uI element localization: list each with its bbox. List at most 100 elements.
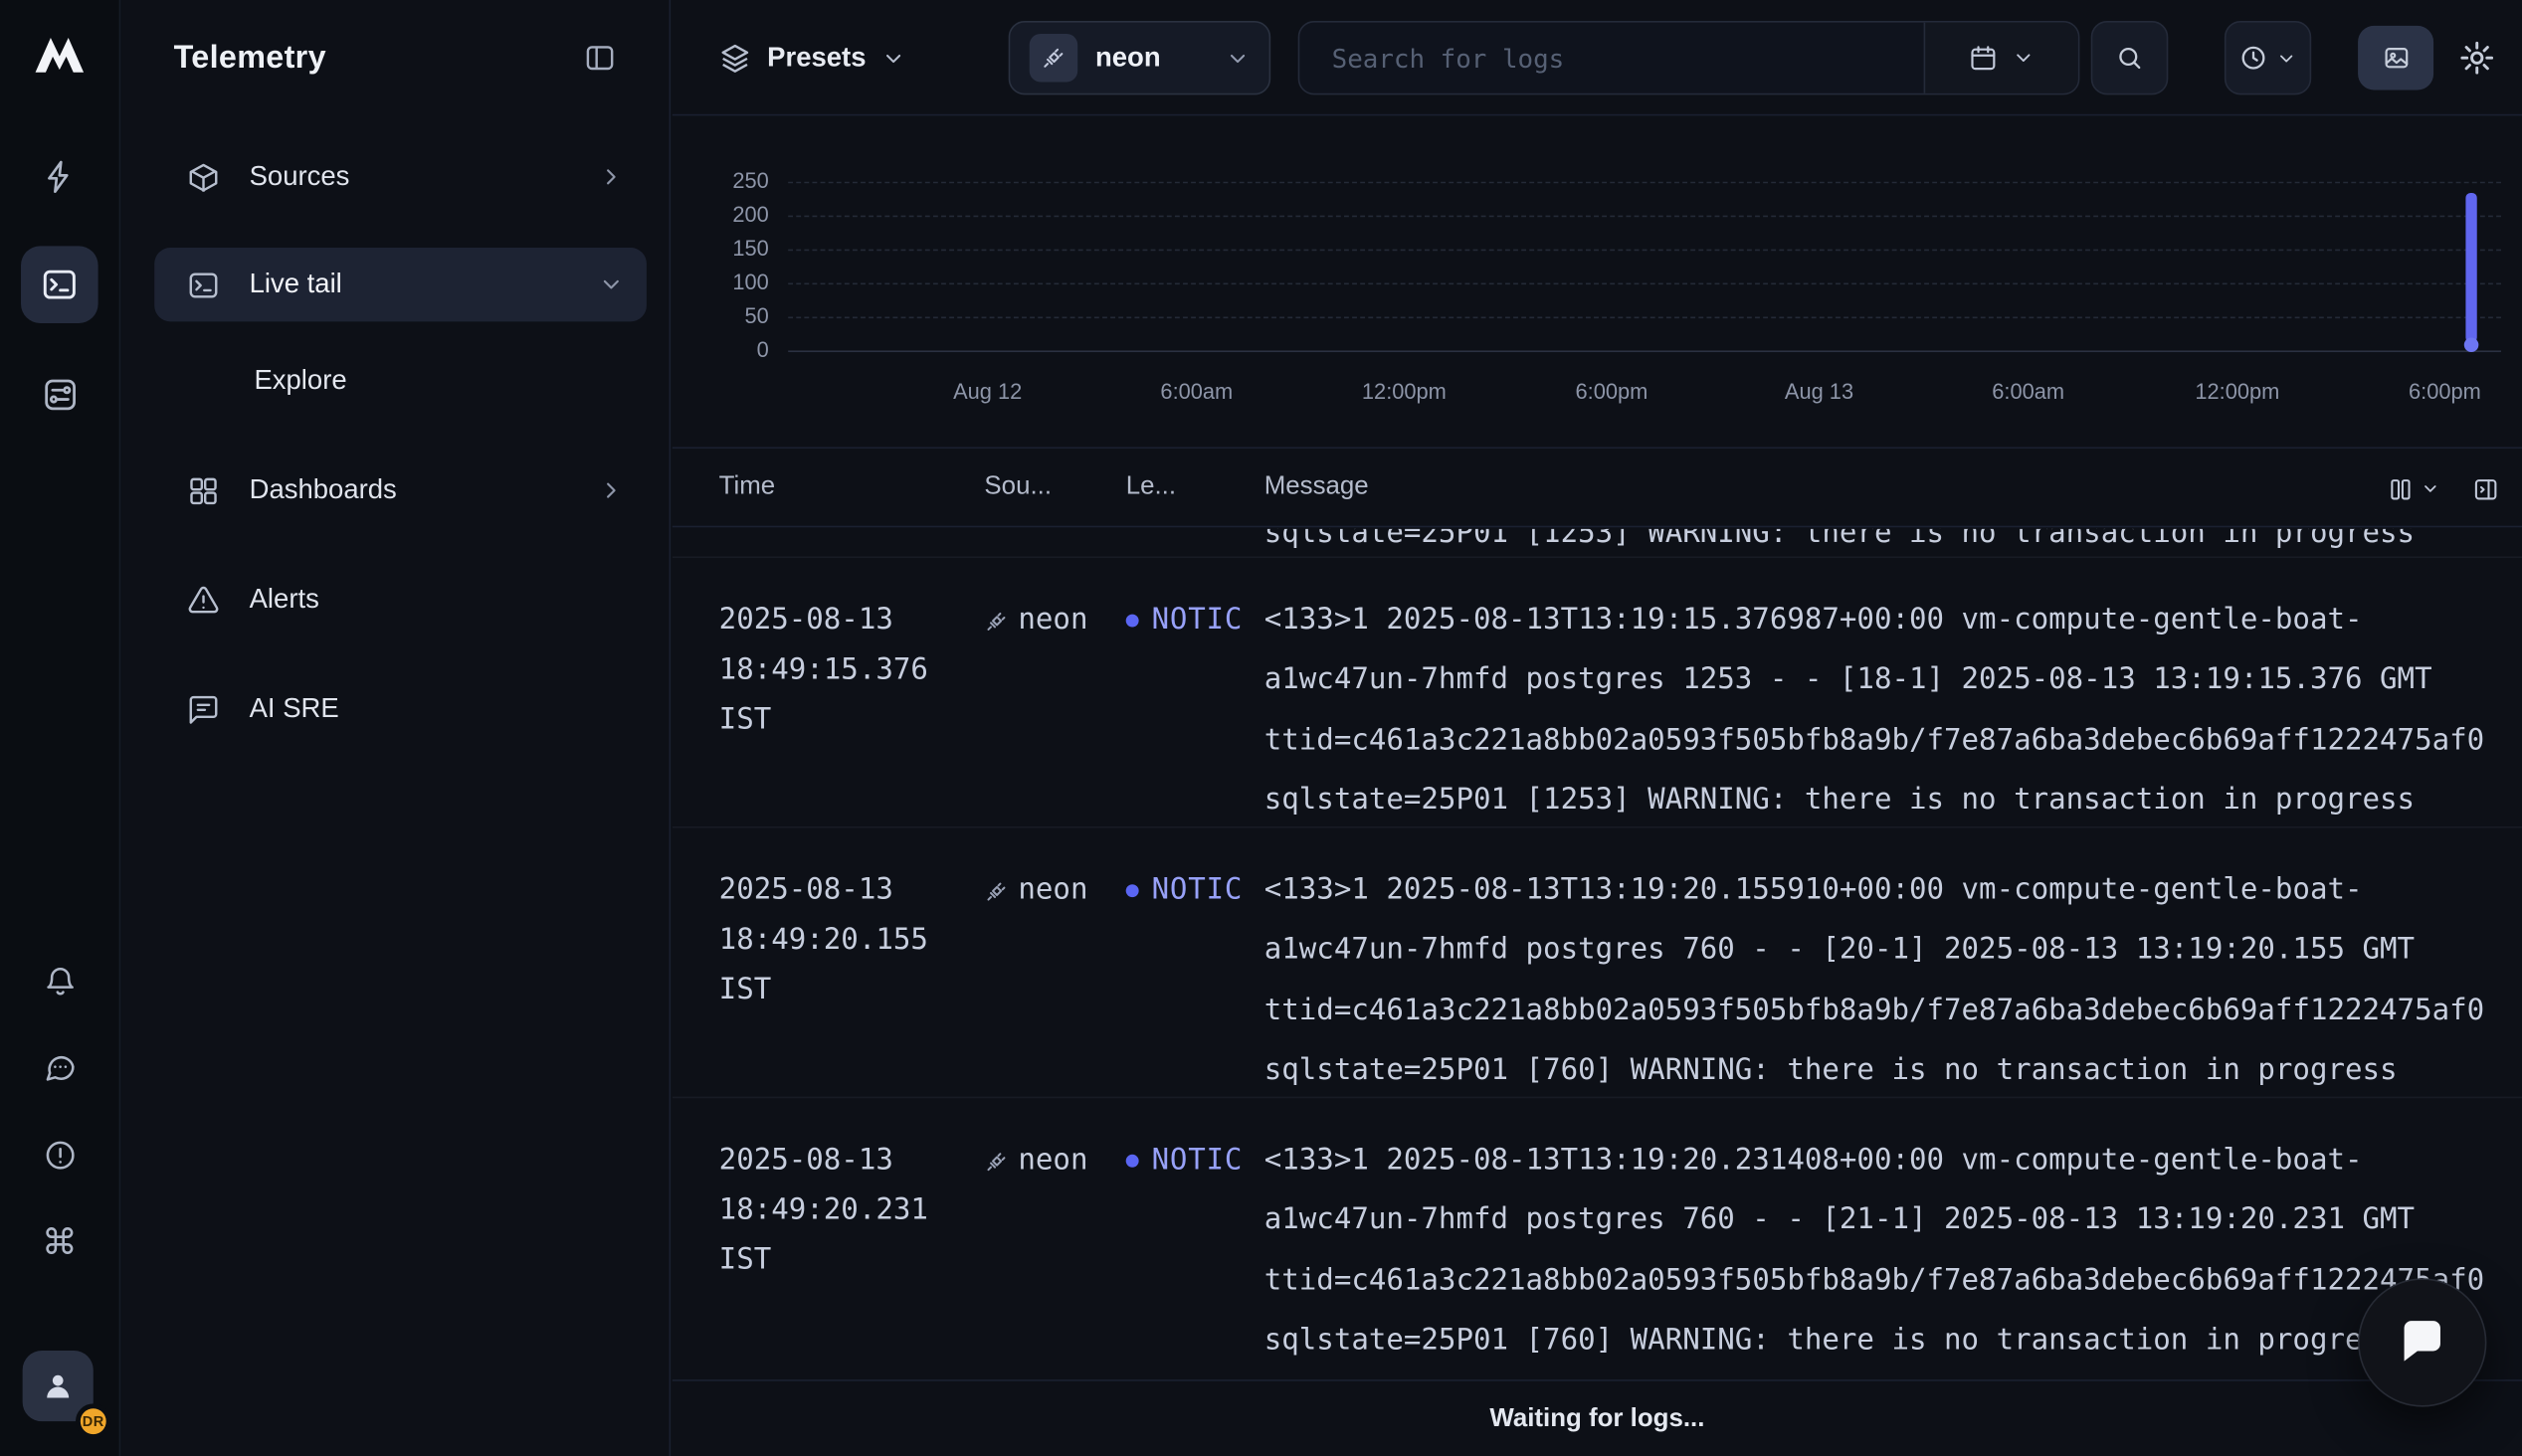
sidebar-item-alerts[interactable]: Alerts <box>154 564 647 635</box>
x-tick: 12:00pm <box>1362 380 1447 404</box>
chat-bubble-icon <box>2394 1314 2451 1371</box>
sidebar-item-dashboards[interactable]: Dashboards <box>154 455 647 526</box>
layers-icon <box>719 42 751 74</box>
column-time[interactable]: Time <box>719 472 985 501</box>
y-tick: 250 <box>673 167 769 196</box>
cube-icon <box>187 160 221 194</box>
sidebar-item-live-tail[interactable]: Live tail <box>154 248 647 321</box>
x-tick: 6:00am <box>1160 380 1233 404</box>
x-tick: 6:00pm <box>1576 380 1649 404</box>
y-tick: 100 <box>673 269 769 297</box>
bolt-icon[interactable] <box>21 138 98 216</box>
log-message: <133>1 2025-08-13T13:19:20.155910+00:00 … <box>1264 828 2522 1097</box>
level-dot <box>1126 615 1139 628</box>
toolbar: Presets neon <box>673 0 2522 115</box>
calendar-icon <box>1969 44 1998 73</box>
search-input[interactable] <box>1299 23 1923 93</box>
search-icon <box>2115 44 2144 73</box>
log-list: sqlstate=25P01 [1253] WARNING: there is … <box>673 529 2522 1379</box>
app-logo-icon[interactable] <box>27 23 92 88</box>
y-tick: 200 <box>673 201 769 230</box>
collapse-sidebar-icon[interactable] <box>584 42 616 74</box>
metrics-icon[interactable] <box>21 355 98 433</box>
log-source: neon <box>984 828 1125 1097</box>
sidebar-item-sources[interactable]: Sources <box>154 141 647 212</box>
chevron-down-icon <box>1226 46 1250 70</box>
column-source[interactable]: Sou... <box>984 472 1125 501</box>
plug-icon <box>984 879 1008 903</box>
terminal-icon <box>187 268 221 301</box>
log-source: neon <box>984 1098 1125 1366</box>
log-level: NOTIC <box>1126 1098 1264 1366</box>
snapshot-button[interactable] <box>2358 26 2433 91</box>
command-icon[interactable]: ⌘ <box>21 1209 98 1280</box>
log-row[interactable]: 2025-08-1318:49:20.231IST neon NOTIC <13… <box>673 1097 2522 1367</box>
log-time: 2025-08-1318:49:20.155IST <box>719 828 985 1097</box>
message-icon <box>187 692 221 726</box>
chevron-down-icon <box>2276 48 2297 69</box>
log-count-bar[interactable] <box>2465 193 2476 342</box>
log-time: 2025-08-1318:49:20.231IST <box>719 1098 985 1366</box>
expand-columns-button[interactable] <box>2472 475 2499 502</box>
plug-icon <box>984 610 1008 634</box>
app-root: ⌘ DR Telemetry Sources Live tail Explore… <box>0 0 2522 1456</box>
chevron-down-icon <box>2013 47 2036 70</box>
chevron-down-icon <box>2421 479 2439 498</box>
log-source: neon <box>984 558 1125 826</box>
source-selector[interactable]: neon <box>1009 21 1271 94</box>
level-dot <box>1126 884 1139 897</box>
panel-right-icon <box>2472 475 2499 502</box>
grid-icon <box>187 473 221 507</box>
live-tail-icon[interactable] <box>21 246 98 323</box>
columns-picker-button[interactable] <box>2387 475 2439 502</box>
clock-icon <box>2238 44 2267 73</box>
run-search-button[interactable] <box>2091 21 2169 94</box>
plug-icon <box>984 1150 1008 1174</box>
snapshot-icon <box>2382 44 2411 73</box>
gridline <box>788 216 2501 218</box>
y-tick: 0 <box>673 336 769 365</box>
log-count-point[interactable] <box>2464 338 2479 353</box>
chevron-down-icon <box>882 46 906 70</box>
bell-icon[interactable] <box>21 946 98 1016</box>
waiting-status: Waiting for logs... <box>673 1379 2522 1456</box>
main-panel: Presets neon <box>673 0 2522 1456</box>
column-level[interactable]: Le... <box>1126 472 1264 501</box>
y-tick: 150 <box>673 235 769 264</box>
log-message: <133>1 2025-08-13T13:19:15.376987+00:00 … <box>1264 558 2522 826</box>
log-volume-chart[interactable]: 250 200 150 100 50 0 Aug 12 6:00am 12:00… <box>673 115 2522 447</box>
x-tick: Aug 13 <box>1785 380 1853 404</box>
clipped-log-line: sqlstate=25P01 [1253] WARNING: there is … <box>1264 529 2415 558</box>
log-row[interactable]: 2025-08-1318:49:20.155IST neon NOTIC <13… <box>673 826 2522 1097</box>
log-search-group <box>1298 21 2080 94</box>
level-dot <box>1126 1155 1139 1168</box>
info-icon[interactable] <box>21 1119 98 1189</box>
sidebar-item-explore[interactable]: Explore <box>154 349 647 414</box>
x-tick: 6:00am <box>1992 380 2064 404</box>
presets-button[interactable]: Presets <box>719 23 906 93</box>
y-tick: 50 <box>673 302 769 331</box>
settings-icon[interactable] <box>2457 39 2496 78</box>
column-message[interactable]: Message <box>1264 472 1369 501</box>
gridline <box>788 283 2501 285</box>
date-range-button[interactable] <box>1924 23 2078 93</box>
gridline <box>788 316 2501 318</box>
support-chat-button[interactable] <box>2358 1278 2486 1406</box>
log-row[interactable]: 2025-08-1318:49:15.376IST neon NOTIC <13… <box>673 556 2522 826</box>
columns-icon <box>2387 475 2414 502</box>
telemetry-app: ⌘ DR Telemetry Sources Live tail Explore… <box>0 0 2522 1456</box>
alert-triangle-icon <box>187 583 221 617</box>
x-tick: 12:00pm <box>2195 380 2279 404</box>
user-avatar[interactable]: DR <box>23 1351 94 1421</box>
x-axis-line <box>788 350 2501 352</box>
sidebar-item-ai-sre[interactable]: AI SRE <box>154 673 647 744</box>
log-level: NOTIC <box>1126 558 1264 826</box>
chevron-right-icon <box>598 164 624 190</box>
log-message: <133>1 2025-08-13T13:19:20.231408+00:00 … <box>1264 1098 2522 1366</box>
log-time: 2025-08-1318:49:15.376IST <box>719 558 985 826</box>
time-range-button[interactable] <box>2225 21 2311 94</box>
chat-icon[interactable] <box>21 1030 98 1101</box>
x-tick: Aug 12 <box>953 380 1022 404</box>
gridline <box>788 182 2501 184</box>
icon-rail: ⌘ DR <box>0 0 120 1456</box>
